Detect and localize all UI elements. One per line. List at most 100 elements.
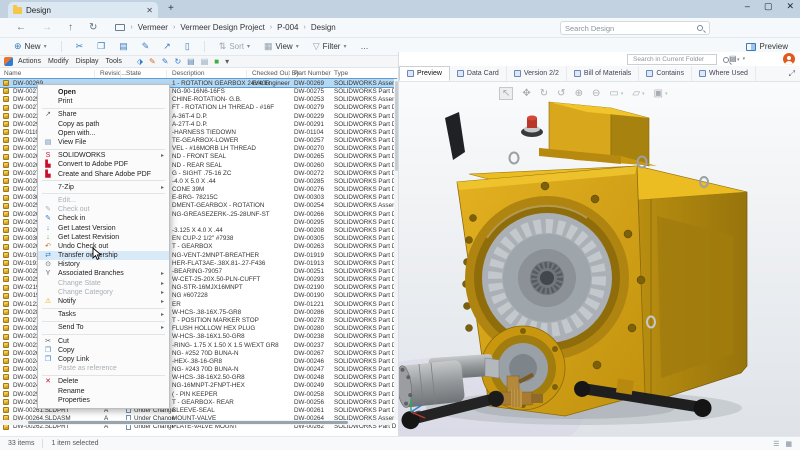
new-button[interactable]: ⊕New▾ <box>14 41 47 52</box>
tab-version-2-2[interactable]: Version 2/2 <box>507 66 567 81</box>
horizontal-scrollbar[interactable] <box>0 420 392 425</box>
tab-data-card[interactable]: Data Card <box>450 66 507 81</box>
search-input[interactable] <box>561 24 697 33</box>
share-button[interactable]: ↗ <box>163 41 171 52</box>
context-menu-item-rename[interactable]: Rename <box>38 386 169 395</box>
tab-close-icon[interactable]: ✕ <box>146 6 153 15</box>
context-menu-item-print[interactable]: Print <box>38 97 169 106</box>
context-menu-item-convert-to-adobe-pdf[interactable]: Convert to Adobe PDF▙ <box>38 160 169 169</box>
column-header-state[interactable]: State <box>126 70 141 77</box>
context-menu-item-history[interactable]: History⊙ <box>38 260 169 269</box>
large-icons-view-icon[interactable]: ▦ <box>785 440 792 448</box>
document-add-icon[interactable]: ▤ <box>201 58 209 66</box>
context-menu-item-cut[interactable]: Cut✂ <box>38 337 169 346</box>
breadcrumb-item[interactable]: Vermeer Design Project <box>180 23 264 32</box>
column-header-description[interactable]: Description <box>172 70 205 77</box>
context-menu-item-open-with-[interactable]: Open with... <box>38 129 169 138</box>
filter-button[interactable]: ▽Filter▾ <box>313 41 347 52</box>
column-header-checked-out-by[interactable]: Checked Out By <box>252 70 299 77</box>
tab-contains[interactable]: Contains <box>639 66 692 81</box>
forward-icon[interactable]: → <box>42 22 52 33</box>
breadcrumb-item[interactable]: P-004 <box>277 23 298 32</box>
tab-bill-of-materials[interactable]: Bill of Materials <box>567 66 639 81</box>
context-menu-item-notify[interactable]: Notify⚠▸ <box>38 297 169 306</box>
explorer-search[interactable] <box>560 21 710 35</box>
get-latest-icon[interactable]: ↻ <box>174 58 181 66</box>
menu-actions[interactable]: Actions <box>18 58 41 65</box>
adobe-pdf-share-icon: ▙ <box>44 171 52 178</box>
paste-button[interactable]: ▤ <box>119 41 128 52</box>
context-menu-item-view-file[interactable]: View File▤ <box>38 138 169 147</box>
context-menu-item-7-zip[interactable]: 7-Zip▸ <box>38 183 169 192</box>
new-tab-button[interactable]: + <box>168 3 174 14</box>
context-menu-item-solidworks[interactable]: SOLIDWORKSS▸ <box>38 151 169 160</box>
cell: -RING- 1.75 X 1.50 X 1.5 W/EXT GR8 <box>172 342 279 349</box>
fit-view-tool-icon[interactable]: ▭▾ <box>609 88 623 99</box>
pdm-search-input[interactable] <box>631 55 723 64</box>
menu-tools[interactable]: Tools <box>106 58 122 65</box>
sort-button[interactable]: ⇅Sort▾ <box>219 41 250 52</box>
context-menu-item-tasks[interactable]: Tasks▸ <box>38 310 169 319</box>
context-menu-item-properties[interactable]: Properties <box>38 396 169 405</box>
context-menu-item-transfer-ownership[interactable]: Transfer ownership⇄ <box>38 251 169 260</box>
dropdown-caret-icon[interactable]: ▾ <box>225 58 229 66</box>
tab-preview[interactable]: Preview <box>399 66 450 81</box>
document-down-icon[interactable]: ▤ <box>187 58 195 66</box>
context-menu-item-check-in[interactable]: Check in✎ <box>38 214 169 223</box>
up-icon[interactable]: ↑ <box>68 22 73 33</box>
back-icon[interactable]: ← <box>16 22 26 33</box>
explorer-tab-design[interactable]: Design ✕ <box>8 2 158 18</box>
user-avatar[interactable] <box>783 53 795 65</box>
column-header-name[interactable]: Name <box>4 70 21 77</box>
maximize-button[interactable]: ▢ <box>764 1 773 12</box>
details-view-icon[interactable]: ☰ <box>773 440 779 448</box>
pan-tool-icon[interactable]: ✥ <box>522 88 530 99</box>
context-menu-item-associated-branches[interactable]: Associated BranchesY▸ <box>38 269 169 278</box>
roll-tool-icon[interactable]: ↺ <box>557 88 565 99</box>
expand-panel-icon[interactable]: ⤢ <box>789 69 795 79</box>
pdm-search-box[interactable]: ▾ <box>627 54 717 65</box>
menu-display[interactable]: Display <box>76 58 99 65</box>
delete-button[interactable]: ▯ <box>185 41 190 52</box>
minimize-button[interactable]: – <box>745 1 750 12</box>
cut-button[interactable]: ✂ <box>76 41 84 52</box>
context-menu-item-delete[interactable]: Delete✕ <box>38 377 169 386</box>
context-menu-item-get-latest-revision[interactable]: Get Latest Revision↓ <box>38 233 169 242</box>
green-build-icon[interactable]: ■ <box>214 58 219 66</box>
rename-button[interactable]: ✎ <box>142 41 150 52</box>
pin-icon[interactable]: ⬗ <box>137 58 143 66</box>
breadcrumb-item[interactable]: Design <box>311 23 336 32</box>
close-button[interactable]: ✕ <box>786 1 794 12</box>
section-view-tool-icon[interactable]: ▱▾ <box>632 88 644 99</box>
check-in-icon[interactable]: ✎ <box>162 58 169 66</box>
select-tool-icon[interactable]: ↖ <box>499 87 513 100</box>
column-header-revisio-[interactable]: Revisio... <box>100 70 127 77</box>
context-menu-item-undo-check-out[interactable]: Undo Check out↶ <box>38 242 169 251</box>
column-header-type[interactable]: Type <box>334 70 348 77</box>
refresh-icon[interactable]: ↻ <box>89 22 97 33</box>
3d-viewer[interactable]: ↖ ✥ ↻ ↺ ⊕ ⊖ ▭▾ ▱▾ ▣▾ <box>399 82 800 436</box>
tab-where-used[interactable]: Where Used <box>692 66 756 81</box>
breadcrumb-item[interactable]: Vermeer <box>138 23 168 32</box>
context-menu-item-copy-as-path[interactable]: Copy as path <box>38 120 169 129</box>
context-menu-item-share[interactable]: Share↗ <box>38 110 169 119</box>
zoom-in-tool-icon[interactable]: ⊕ <box>575 88 583 99</box>
view-button[interactable]: ▦View▾ <box>264 41 299 52</box>
more-button[interactable]: … <box>360 42 368 51</box>
preview-toggle-button[interactable]: Preview <box>746 42 788 51</box>
context-menu-item-open[interactable]: Open <box>38 88 169 97</box>
context-menu-item-create-and-share-adobe-pdf[interactable]: Create and Share Adobe PDF▙ <box>38 170 169 179</box>
context-menu-item-get-latest-version[interactable]: Get Latest Version↓ <box>38 223 169 232</box>
column-header-part-number[interactable]: Part Number <box>294 70 331 77</box>
context-menu-item-copy-link[interactable]: Copy Link❐ <box>38 355 169 364</box>
context-menu-item-send-to[interactable]: Send To▸ <box>38 323 169 332</box>
menu-modify[interactable]: Modify <box>48 58 69 65</box>
cell: DW-00266 <box>294 211 324 218</box>
rotate-tool-icon[interactable]: ↻ <box>540 88 548 99</box>
context-menu-item-copy[interactable]: Copy❐ <box>38 346 169 355</box>
orientation-cube-tool-icon[interactable]: ▣▾ <box>654 88 668 99</box>
zoom-out-tool-icon[interactable]: ⊖ <box>592 88 600 99</box>
check-out-icon[interactable]: ✎ <box>149 58 156 66</box>
copy-button[interactable]: ❐ <box>97 41 105 52</box>
pdm-list-options-icon[interactable]: ▤ <box>729 54 737 63</box>
